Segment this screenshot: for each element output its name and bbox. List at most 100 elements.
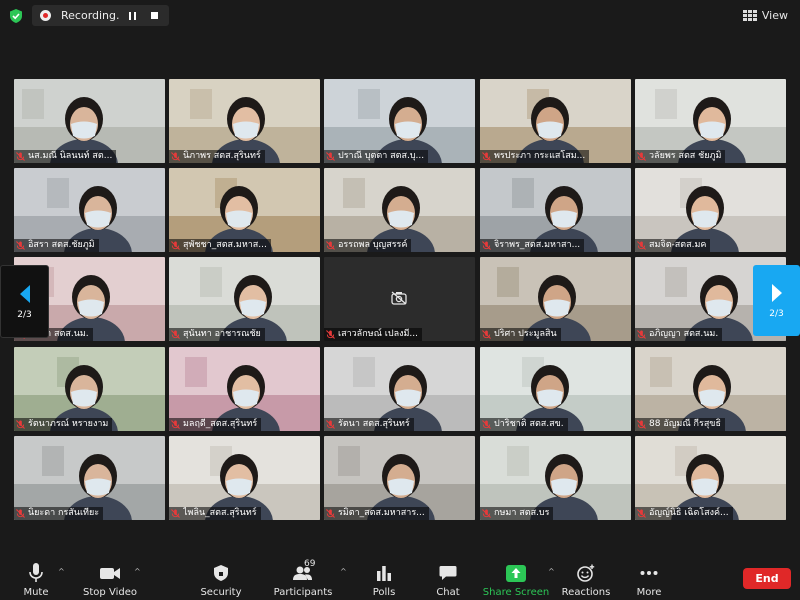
recording-label: Recording...: [61, 9, 119, 22]
participant-name-label: รัตนา สตส.สุรินทร์: [324, 418, 414, 431]
reactions-icon: [577, 564, 595, 582]
participant-name-label: พรประภา กระแสโสม...: [480, 150, 590, 163]
share-screen-button[interactable]: Share Screen: [482, 550, 550, 600]
mute-label: Mute: [23, 587, 49, 598]
next-page-button[interactable]: 2/3: [753, 265, 800, 336]
previous-page-button[interactable]: 2/3: [0, 265, 49, 338]
participant-tile[interactable]: กษมา สตส.บร: [480, 436, 631, 520]
participant-name-label: สมจิต-สตส.มค: [635, 239, 711, 252]
participants-button[interactable]: 69 Participants: [274, 550, 333, 600]
participant-tile[interactable]: อัญญ์นิธิ เฉิดโสงค์...: [635, 436, 786, 520]
participant-tile[interactable]: อิสรา สตส.ชัยภูมิ: [14, 168, 165, 252]
participant-tile[interactable]: สุพัชชา_สตส.มหาส...: [169, 168, 320, 252]
more-button[interactable]: More: [636, 550, 662, 600]
page-indicator-left: 2/3: [17, 309, 32, 320]
security-label: Security: [200, 587, 242, 598]
participant-name-label: อรรถพล บุญสรรค์: [324, 239, 412, 252]
more-icon: [640, 571, 658, 575]
participant-tile[interactable]: รัตนา สตส.สุรินทร์: [324, 347, 475, 431]
microphone-muted-icon: [171, 241, 180, 250]
participant-tile[interactable]: รัตนาภรณ์ หรายงาม: [14, 347, 165, 431]
participant-tile[interactable]: จิราพร_สตส.มหาสา...: [480, 168, 631, 252]
participant-tile[interactable]: สมจิต-สตส.มค: [635, 168, 786, 252]
microphone-muted-icon: [326, 420, 335, 429]
mute-button[interactable]: Mute: [16, 550, 56, 600]
participant-tile[interactable]: มลฤดี_สตส.สุรินทร์: [169, 347, 320, 431]
microphone-muted-icon: [326, 509, 335, 518]
participant-name-label: อภิญญา สตส.นม.: [635, 328, 723, 341]
zoom-meeting-window: Recording... View นส.มณี นิลนนท์ สต... นิ…: [0, 0, 800, 600]
participant-tile[interactable]: นิภาพร สตส.สุรินทร์: [169, 79, 320, 163]
shield-check-icon[interactable]: [8, 8, 24, 24]
chat-icon: [439, 566, 457, 580]
audio-options-caret[interactable]: ^: [58, 567, 65, 576]
participant-name: นิยะดา กรสันเทียะ: [28, 508, 100, 518]
grid-view-icon: [742, 10, 757, 21]
microphone-muted-icon: [637, 330, 646, 339]
recording-indicator: Recording...: [32, 5, 169, 26]
video-options-caret[interactable]: ^: [134, 567, 141, 576]
participant-name-label: กษมา สตส.บร: [480, 507, 554, 520]
microphone-muted-icon: [16, 420, 25, 429]
participant-tile[interactable]: นส.มณี นิลนนท์ สต...: [14, 79, 165, 163]
chat-button[interactable]: Chat: [434, 550, 462, 600]
participant-tile[interactable]: ไพลิน_สตส.สุรินทร์: [169, 436, 320, 520]
participant-name-label: นิยะดา กรสันเทียะ: [14, 507, 104, 520]
participant-tile[interactable]: สุนันทา อาชารณชัย: [169, 257, 320, 341]
stop-recording-button[interactable]: [145, 7, 163, 25]
participant-tile[interactable]: รมิตา_สตส.มหาสาร...: [324, 436, 475, 520]
participant-tile[interactable]: 88 อัญมณี กีรสุขธิ: [635, 347, 786, 431]
participant-name-label: สุพัชชา_สตส.มหาส...: [169, 239, 271, 252]
microphone-muted-icon: [16, 152, 25, 161]
participants-count: 69: [304, 559, 316, 569]
participant-tile[interactable]: อรรถพล บุญสรรค์: [324, 168, 475, 252]
share-options-caret[interactable]: ^: [548, 567, 555, 576]
polls-label: Polls: [372, 587, 396, 598]
view-button[interactable]: View: [742, 9, 788, 22]
arrow-left-icon: [19, 284, 30, 303]
participant-tile[interactable]: วลัยพร สตส ชัยภูมิ: [635, 79, 786, 163]
pause-recording-button[interactable]: [123, 7, 141, 25]
share-screen-icon: [506, 564, 526, 582]
polls-button[interactable]: Polls: [370, 550, 398, 600]
participant-name-label: นิภาพร สตส.สุรินทร์: [169, 150, 265, 163]
participant-name: อรรถพล บุญสรรค์: [338, 240, 408, 250]
participant-name-label: เสาวลักษณ์ เปลงมี...: [324, 328, 422, 341]
participants-options-caret[interactable]: ^: [340, 567, 347, 576]
participant-name: 88 อัญมณี กีรสุขธิ: [649, 419, 721, 429]
arrow-right-icon: [771, 283, 782, 302]
stop-video-label: Stop Video: [83, 587, 137, 598]
participant-name: ปาริชาติ สตส.สข.: [494, 419, 564, 429]
participant-tile[interactable]: เสาวลักษณ์ เปลงมี...: [324, 257, 475, 341]
participant-name-label: วลัยพร สตส ชัยภูมิ: [635, 150, 726, 163]
participant-name: มลฤดี_สตส.สุรินทร์: [183, 419, 258, 429]
microphone-muted-icon: [326, 152, 335, 161]
microphone-muted-icon: [482, 420, 491, 429]
participant-name-label: ไพลิน_สตส.สุรินทร์: [169, 507, 261, 520]
participant-name-label: จิราพร_สตส.มหาสา...: [480, 239, 585, 252]
participant-tile[interactable]: ปาริชาติ สตส.สข.: [480, 347, 631, 431]
participant-name: อภิญญา สตส.นม.: [649, 329, 719, 339]
security-button[interactable]: Security: [200, 550, 242, 600]
reactions-label: Reactions: [561, 587, 611, 598]
page-indicator-right: 2/3: [769, 308, 784, 319]
participant-gallery: นส.มณี นิลนนท์ สต... นิภาพร สตส.สุรินทร์ป…: [14, 79, 786, 521]
participant-tile[interactable]: ปราณี บุตตา สตส.บุ...: [324, 79, 475, 163]
participant-name: อัญญ์นิธิ เฉิดโสงค์...: [649, 508, 729, 518]
participant-name: สุนันทา อาชารณชัย: [183, 329, 261, 339]
microphone-muted-icon: [482, 152, 491, 161]
participant-name-label: ปริศา ประมูลสิน: [480, 328, 561, 341]
end-meeting-button[interactable]: End: [743, 568, 791, 589]
participant-name-label: ปราณี บุตตา สตส.บุ...: [324, 150, 429, 163]
participant-name-label: มลฤดี_สตส.สุรินทร์: [169, 418, 262, 431]
participant-tile[interactable]: พรประภา กระแสโสม...: [480, 79, 631, 163]
participant-name: ไพลิน_สตส.สุรินทร์: [183, 508, 257, 518]
microphone-muted-icon: [171, 509, 180, 518]
share-screen-label: Share Screen: [482, 587, 550, 598]
stop-video-button[interactable]: Stop Video: [82, 550, 138, 600]
participant-name: ปราณี บุตตา สตส.บุ...: [338, 151, 425, 161]
reactions-button[interactable]: Reactions: [561, 550, 611, 600]
participant-tile[interactable]: นิยะดา กรสันเทียะ: [14, 436, 165, 520]
participant-name: กษมา สตส.บร: [494, 508, 550, 518]
participant-tile[interactable]: ปริศา ประมูลสิน: [480, 257, 631, 341]
